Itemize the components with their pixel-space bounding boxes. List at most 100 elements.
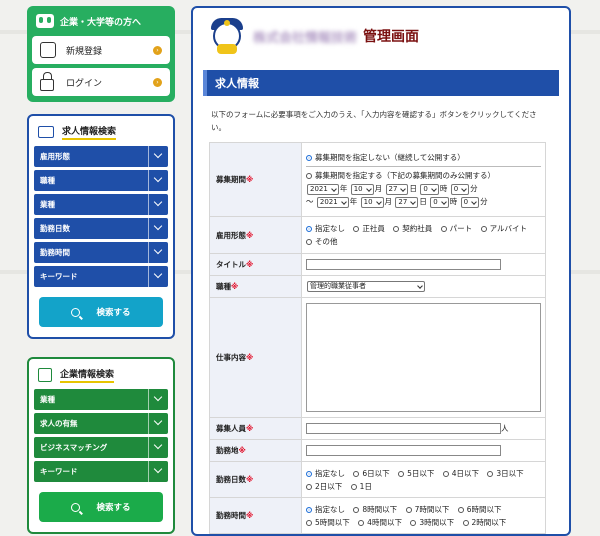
field-label-occupation: 職種※	[209, 275, 302, 298]
days-option[interactable]: 3日以下	[487, 469, 524, 478]
period-option-none[interactable]: 募集期間を指定しない（継続して公開する）	[306, 151, 541, 164]
from-month-select[interactable]: 10	[350, 184, 374, 195]
hours-option[interactable]: 7時間以下	[405, 505, 449, 514]
company-filter-keyword[interactable]: キーワード	[34, 461, 168, 482]
chevron-down-icon	[148, 218, 168, 239]
login-button[interactable]: ログイン ›	[32, 68, 170, 96]
employment-option[interactable]: その他	[306, 237, 338, 246]
filter-label: 求人の有無	[40, 419, 78, 428]
main-panel: 株式会社情報技術 管理画面 求人情報 以下のフォームに必要事項をご入力のうえ、「…	[191, 6, 571, 536]
days-option[interactable]: 2日以下	[306, 482, 342, 491]
job-filter-keyword[interactable]: キーワード	[34, 266, 168, 287]
page-header: 株式会社情報技術 管理画面	[193, 8, 569, 64]
hours-option[interactable]: 指定なし	[306, 505, 345, 514]
hours-option[interactable]: 3時間以下	[410, 518, 454, 527]
employment-option[interactable]: アルバイト	[480, 224, 527, 233]
radio-selected-icon[interactable]	[306, 470, 312, 477]
field-title	[301, 253, 546, 276]
filter-label: 業種	[40, 395, 55, 404]
field-content	[301, 297, 546, 418]
field-hours: 指定なし 8時間以下 7時間以下 6時間以下 5時間以下 4時間以下 3時間以下…	[301, 497, 546, 534]
radio-icon[interactable]	[306, 173, 312, 179]
from-year-select[interactable]: 2021	[307, 184, 339, 195]
employment-option[interactable]: 契約社員	[393, 224, 432, 233]
filter-label: キーワード	[40, 272, 78, 281]
location-input[interactable]	[306, 445, 501, 456]
hours-option[interactable]: 5時間以下	[306, 518, 350, 527]
radio-selected-icon[interactable]	[306, 226, 312, 232]
days-option[interactable]: 6日以下	[353, 469, 390, 478]
radio-icon[interactable]	[440, 226, 447, 232]
headcount-input[interactable]	[306, 423, 501, 435]
company-search-button[interactable]: 検索する	[39, 492, 163, 522]
days-option[interactable]: 4日以下	[442, 469, 479, 478]
days-option[interactable]: 1日	[350, 482, 372, 491]
chevron-down-icon	[148, 389, 168, 410]
company-filter-business-matching[interactable]: ビジネスマッチング	[34, 437, 168, 458]
from-hour-select[interactable]: 0	[420, 184, 439, 195]
field-label-headcount: 募集人員※	[209, 417, 302, 440]
from-minute-select[interactable]: 0	[450, 184, 470, 195]
register-button[interactable]: 新規登録 ›	[32, 36, 170, 64]
employment-option[interactable]: 指定なし	[306, 224, 345, 233]
radio-icon[interactable]	[480, 226, 487, 232]
job-search-button[interactable]: 検索する	[39, 297, 163, 327]
company-search-header: 企業情報検索	[34, 364, 168, 386]
radio-icon[interactable]	[353, 506, 360, 513]
title-input[interactable]	[306, 259, 501, 270]
period-option-specify[interactable]: 募集期間を指定する（下記の募集期間のみ公開する）	[306, 169, 541, 182]
to-day-select[interactable]: 27	[395, 197, 419, 208]
days-option[interactable]: 指定なし	[306, 469, 345, 478]
to-hour-select[interactable]: 0	[430, 197, 449, 208]
radio-icon[interactable]	[393, 226, 400, 232]
filter-label: ビジネスマッチング	[40, 443, 108, 452]
radio-icon[interactable]	[306, 239, 312, 245]
radio-icon[interactable]	[462, 519, 469, 526]
occupation-select[interactable]: 管理的職業従事者	[307, 281, 425, 292]
job-filter-occupation[interactable]: 職種	[34, 170, 168, 191]
to-month-select[interactable]: 10	[360, 197, 384, 208]
hours-option[interactable]: 8時間以下	[353, 505, 397, 514]
field-label-location: 勤務地※	[209, 439, 302, 462]
employment-option[interactable]: パート	[440, 224, 472, 233]
radio-icon[interactable]	[410, 519, 417, 526]
to-minute-select[interactable]: 0	[460, 197, 480, 208]
search-button-label: 検索する	[96, 503, 131, 513]
from-day-select[interactable]: 27	[385, 184, 409, 195]
job-search-title: 求人情報検索	[62, 124, 117, 140]
radio-icon[interactable]	[457, 506, 464, 513]
filter-label: 業種	[40, 200, 55, 209]
job-filter-employment[interactable]: 雇用形態	[34, 146, 168, 167]
intro-text: 以下のフォームに必要事項をご入力のうえ、「入力内容を確認する」ボタンをクリックし…	[211, 110, 537, 132]
people-icon	[36, 14, 54, 28]
radio-selected-icon[interactable]	[306, 155, 312, 161]
hours-option[interactable]: 4時間以下	[358, 518, 402, 527]
radio-icon[interactable]	[405, 506, 412, 513]
radio-icon[interactable]	[358, 519, 365, 526]
days-option[interactable]: 5日以下	[398, 469, 434, 478]
search-icon	[71, 307, 81, 317]
company-filter-job-availability[interactable]: 求人の有無	[34, 413, 168, 434]
content-textarea[interactable]	[306, 303, 541, 412]
hours-option[interactable]: 6時間以下	[457, 505, 502, 514]
radio-selected-icon[interactable]	[306, 506, 312, 513]
filter-label: キーワード	[40, 467, 78, 476]
employment-option[interactable]: 正社員	[353, 224, 385, 233]
company-filter-industry[interactable]: 業種	[34, 389, 168, 410]
field-label-employment: 雇用形態※	[209, 216, 302, 254]
hours-option[interactable]: 2時間以下	[462, 518, 506, 527]
radio-icon[interactable]	[350, 483, 357, 490]
job-filter-industry[interactable]: 業種	[34, 194, 168, 215]
search-button-label: 検索する	[96, 308, 131, 318]
radio-icon[interactable]	[398, 470, 405, 477]
radio-icon[interactable]	[442, 470, 449, 477]
radio-icon[interactable]	[487, 470, 494, 477]
job-filter-days[interactable]: 勤務日数	[34, 218, 168, 239]
radio-icon[interactable]	[353, 470, 360, 477]
job-filter-hours[interactable]: 勤務時間	[34, 242, 168, 263]
to-year-select[interactable]: 2021	[316, 197, 349, 208]
radio-icon[interactable]	[306, 519, 312, 526]
radio-icon[interactable]	[306, 483, 312, 490]
radio-icon[interactable]	[353, 226, 360, 232]
company-panel-title: 企業・大学等の方へ	[60, 17, 142, 28]
